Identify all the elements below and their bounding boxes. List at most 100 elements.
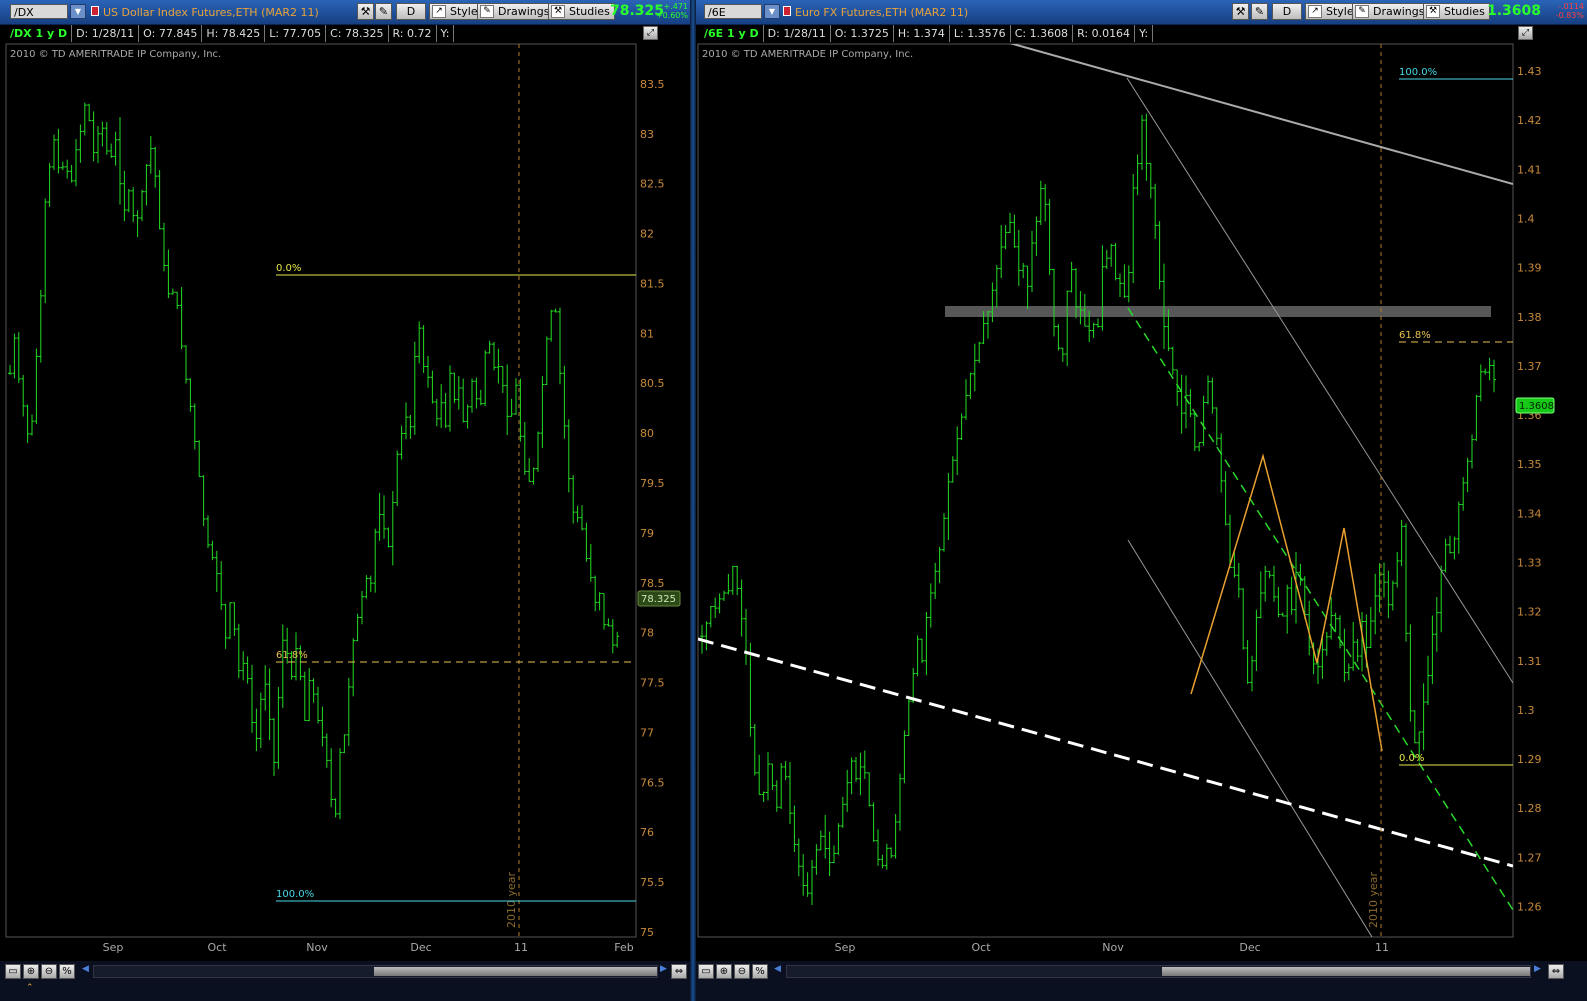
- dx-ohlc-bar: [514, 378, 518, 415]
- dx-ohlc-bar: [206, 515, 210, 548]
- 6e-ohlc-bar: [1179, 374, 1184, 434]
- dx-scrollbar[interactable]: [93, 965, 658, 978]
- 6e-ohlc-bar: [1038, 180, 1043, 226]
- 6e-ohlc-bar: [1096, 318, 1100, 328]
- dx-ohlc-bar: [408, 414, 413, 439]
- 6e-ohlc-bar: [849, 757, 854, 795]
- 6e-y-tick-17: 1.26: [1517, 901, 1542, 914]
- dx-ohlc-bar: [78, 124, 83, 163]
- dx-y-tick-16: 75.5: [640, 876, 665, 889]
- dx-ohlc-bar: [487, 340, 492, 354]
- 6e-scroll-left-icon[interactable]: ◀: [774, 964, 781, 974]
- 6e-ohlc-bar: [1487, 357, 1492, 381]
- 6e-ohlc-bar: [1104, 249, 1109, 270]
- dx-ohlc-bar: [12, 333, 17, 379]
- 6e-sizing-icon[interactable]: ▭: [698, 964, 714, 979]
- dx-ohlc-bar: [478, 389, 483, 406]
- 6e-ohlc-bar: [972, 343, 977, 392]
- dx-ohlc-bar: [404, 402, 408, 440]
- dx-ohlc-bar: [588, 544, 593, 582]
- 6e-ohlc-bar: [783, 760, 788, 781]
- dx-ohlc-bar: [399, 425, 404, 460]
- dx-y-tick-3: 82: [640, 228, 654, 241]
- dx-sizing-icon[interactable]: ▭: [5, 964, 21, 979]
- dx-ohlc-bar: [571, 474, 576, 524]
- dx-zoom-in-icon[interactable]: ⊕: [23, 964, 39, 979]
- dx-ohlc-bar: [606, 618, 611, 627]
- 6e-ohlc-bar: [994, 265, 999, 308]
- 6e-scroll-right-icon[interactable]: ▶: [1534, 964, 1541, 974]
- 6e-ohlc-bar: [1338, 615, 1342, 649]
- 6e-lower-channel-line: [1127, 539, 1373, 937]
- 6e-x-axis: Sep Oct Nov Dec 11: [835, 941, 1389, 954]
- dx-ohlc-bar: [615, 631, 620, 648]
- 6e-ohlc-bar: [1091, 322, 1096, 338]
- 6e-ohlc-bar: [735, 565, 740, 596]
- dx-scroll-left-icon[interactable]: ◀: [82, 964, 89, 974]
- 6e-ohlc-bar: [818, 830, 823, 851]
- 6e-zoom-out-icon[interactable]: ⊖: [734, 964, 750, 979]
- dx-scroll-right-icon[interactable]: ▶: [660, 964, 667, 974]
- dx-ohlc-bar: [34, 348, 39, 425]
- 6e-ohlc-bar: [1030, 230, 1034, 293]
- dx-ohlc-bar: [74, 139, 78, 187]
- dx-ohlc-bar: [496, 348, 501, 384]
- 6e-ohlc-bar: [1465, 457, 1470, 493]
- dx-ohlc-bar: [69, 164, 74, 183]
- dx-ohlc-bar: [272, 718, 276, 777]
- dx-zoom-percent-button[interactable]: %: [59, 964, 75, 979]
- 6e-ohlc-bar: [770, 763, 775, 790]
- dx-copyright: 2010 © TD AMERITRADE IP Company, Inc.: [10, 49, 221, 60]
- 6e-y-axis: 1.431.421.411.41.391.381.371.361.351.341…: [1517, 65, 1542, 913]
- dx-collapse-icon[interactable]: ⌃: [26, 983, 34, 993]
- 6e-fit-icon[interactable]: ⇔: [1548, 964, 1564, 979]
- dx-zoom-out-icon[interactable]: ⊖: [41, 964, 57, 979]
- dx-scroll-thumb[interactable]: [374, 967, 657, 976]
- dx-ohlc-bar: [179, 287, 184, 350]
- 6e-zoom-in-icon[interactable]: ⊕: [716, 964, 732, 979]
- dx-ohlc-bar: [338, 748, 342, 820]
- dx-ohlc-bar: [597, 592, 602, 611]
- dx-ohlc-bar: [52, 134, 56, 171]
- 6e-ohlc-bar: [845, 769, 850, 812]
- dx-ohlc-bar: [109, 143, 114, 158]
- dx-ohlc-bar: [21, 375, 26, 417]
- 6e-ohlc-bar: [968, 372, 973, 400]
- 6e-ohlc-bar: [1421, 683, 1426, 751]
- 6e-ohlc-bar: [1206, 375, 1210, 405]
- 6e-ohlc-bar: [1210, 377, 1215, 414]
- dx-fit-icon[interactable]: ⇔: [671, 964, 687, 979]
- dx-y-tick-5: 81: [640, 327, 654, 340]
- dx-ohlc-bar: [162, 222, 166, 272]
- dx-y-tick-11: 78: [640, 627, 654, 640]
- dx-ohlc-bar: [531, 467, 536, 485]
- 6e-ohlc-bar: [884, 843, 889, 870]
- 6e-ohlc-bar: [1342, 628, 1347, 682]
- 6e-ohlc-bar: [1272, 565, 1276, 602]
- 6e-scrollbar[interactable]: [786, 965, 1531, 978]
- 6e-ohlc-bar: [1008, 212, 1012, 233]
- dx-ohlc-bar: [448, 365, 452, 432]
- dx-ohlc-bar: [184, 345, 188, 384]
- 6e-scroll-thumb[interactable]: [1162, 967, 1530, 976]
- 6e-ohlc-bar: [906, 698, 911, 736]
- 6e-ohlc-bar: [730, 565, 735, 595]
- 6e-ohlc-bar: [915, 635, 920, 677]
- dx-ohlc-bar: [91, 111, 96, 162]
- 6e-y-tick-1: 1.42: [1517, 114, 1542, 127]
- 6e-ohlc-bar: [1408, 624, 1413, 722]
- 6e-zoom-percent-button[interactable]: %: [752, 964, 768, 979]
- dx-ohlc-bar: [364, 575, 369, 599]
- 6e-ohlc-bar: [1236, 562, 1241, 598]
- dx-ohlc-bar: [351, 638, 356, 697]
- 6e-ohlc-bar: [1170, 346, 1175, 376]
- 6e-ohlc-bar: [1025, 265, 1030, 310]
- dx-plot-frame: [5, 43, 637, 938]
- 6e-price-chart[interactable]: 2010 © TD AMERITRADE IP Company, Inc. 1.…: [696, 0, 1587, 961]
- 6e-ohlc-bar: [1144, 113, 1149, 181]
- 6e-y-tick-10: 1.33: [1517, 557, 1542, 570]
- dx-ohlc-bar: [575, 505, 580, 523]
- dx-ohlc-bar: [144, 164, 149, 206]
- dx-ohlc-bar: [430, 370, 435, 404]
- dx-price-chart[interactable]: 2010 © TD AMERITRADE IP Company, Inc. 83…: [0, 0, 690, 961]
